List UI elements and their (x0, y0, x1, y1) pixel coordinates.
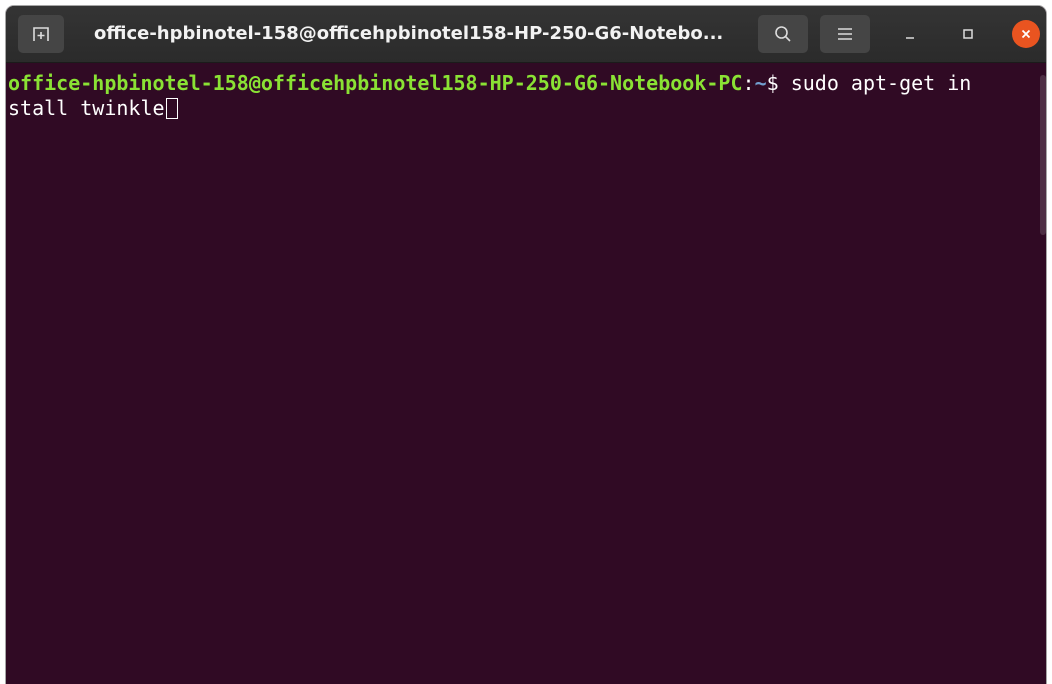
minimize-icon (906, 37, 914, 39)
terminal-line: stall twinkle (8, 96, 178, 121)
close-icon (1021, 29, 1031, 39)
terminal-output[interactable]: office-hpbinotel-158@officehpbinotel158-… (6, 63, 1046, 684)
hamburger-menu-icon (838, 28, 852, 40)
command-text: sudo apt-get in (790, 71, 972, 95)
new-tab-icon (33, 27, 49, 41)
prompt-user-host: office-hpbinotel-158@officehpbinotel158-… (8, 71, 743, 95)
maximize-button[interactable] (954, 20, 982, 48)
minimize-button[interactable] (896, 20, 924, 48)
terminal-line: office-hpbinotel-158@officehpbinotel158-… (8, 71, 971, 96)
search-icon (775, 26, 791, 42)
search-button[interactable] (758, 15, 808, 53)
prompt-symbol: $ (766, 71, 791, 95)
prompt-colon: : (742, 71, 755, 95)
window-title: office-hpbinotel-158@officehpbinotel158-… (94, 23, 724, 44)
prompt-path: ~ (754, 71, 767, 95)
terminal-window: office-hpbinotel-158@officehpbinotel158-… (6, 6, 1046, 684)
title-bar[interactable]: office-hpbinotel-158@officehpbinotel158-… (6, 6, 1046, 63)
text-cursor (165, 98, 178, 119)
new-tab-button[interactable] (18, 15, 64, 53)
scrollbar[interactable] (1040, 75, 1046, 235)
menu-button[interactable] (820, 15, 870, 53)
close-button[interactable] (1012, 20, 1040, 48)
command-text-continued: stall twinkle (8, 96, 165, 120)
maximize-icon (963, 29, 973, 39)
